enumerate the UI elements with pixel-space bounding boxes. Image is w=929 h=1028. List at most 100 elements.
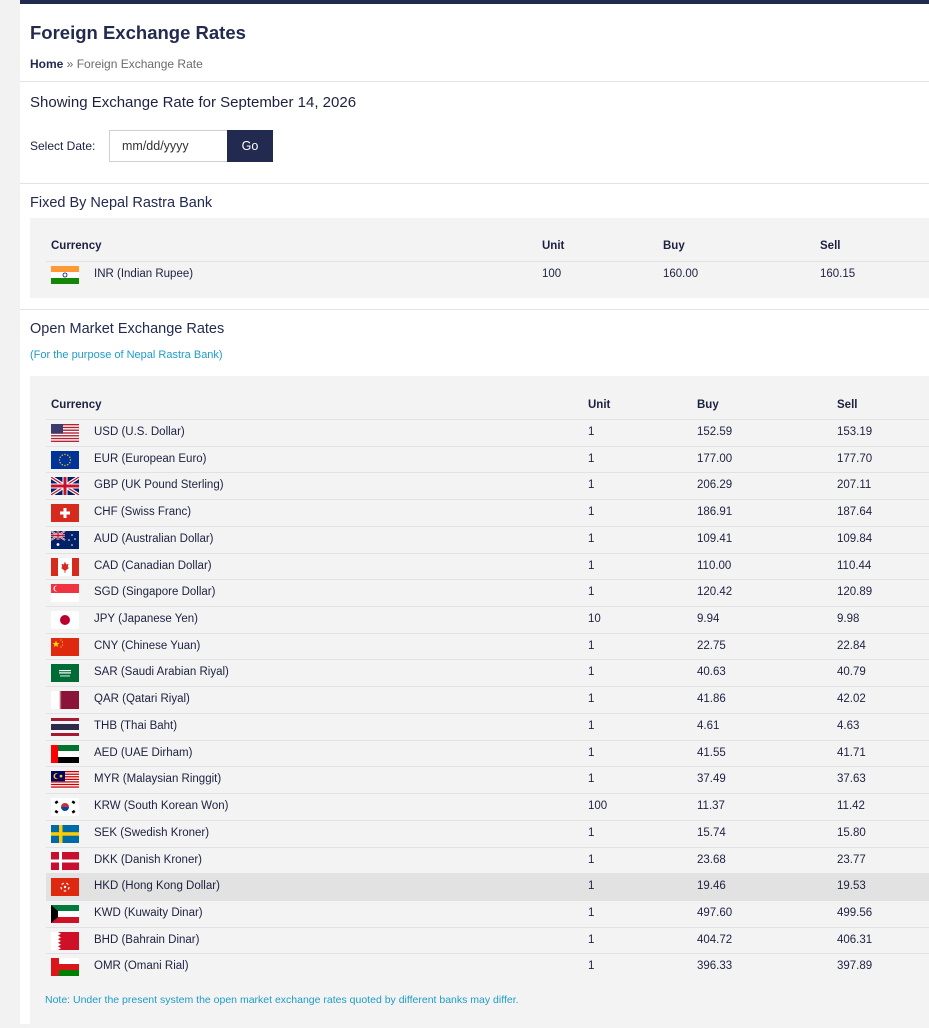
table-row: KRW (South Korean Won) 100 11.37 11.42 — [46, 793, 929, 820]
unit-value: 1 — [588, 559, 595, 572]
unit-value: 1 — [588, 880, 595, 893]
buy-rate: 41.86 — [697, 693, 726, 706]
currency-name: BHD (Bahrain Dinar) — [94, 933, 200, 946]
unit-value: 1 — [588, 693, 595, 706]
unit-value: 1 — [588, 746, 595, 759]
buy-rate: 206.29 — [697, 479, 733, 492]
table-row: KWD (Kuwaity Dinar) 1 497.60 499.56 — [46, 899, 929, 927]
table-row: EUR (European Euro) 1 177.00 177.70 — [46, 445, 929, 473]
buy-rate: 109.41 — [697, 532, 733, 545]
buy-rate: 160.00 — [663, 268, 699, 280]
sell-rate: 109.84 — [837, 532, 873, 545]
buy-rate: 22.75 — [697, 639, 726, 652]
column-header-currency: Currency — [51, 240, 102, 252]
unit-value: 1 — [588, 506, 595, 519]
unit-value: 1 — [588, 719, 595, 732]
buy-rate: 152.59 — [697, 426, 733, 438]
unit-value: 1 — [588, 586, 595, 599]
eu-flag-icon — [51, 450, 79, 469]
currency-name: HKD (Hong Kong Dollar) — [94, 880, 220, 893]
sell-rate: 4.63 — [837, 719, 860, 732]
unit-value: 10 — [588, 613, 601, 626]
breadcrumb-home-link[interactable]: Home — [30, 57, 63, 71]
sell-rate: 120.89 — [837, 586, 873, 599]
column-header-buy: Buy — [663, 240, 685, 252]
currency-name: USD (U.S. Dollar) — [94, 426, 185, 438]
unit-value: 1 — [588, 826, 595, 839]
table-row: CAD (Canadian Dollar) 1 110.00 110.44 — [46, 552, 929, 580]
column-header-currency: Currency — [51, 399, 102, 411]
usa-flag-icon — [51, 424, 79, 442]
buy-rate: 23.68 — [697, 853, 726, 866]
hong-kong-flag-icon — [51, 878, 79, 897]
buy-rate: 4.61 — [697, 719, 720, 732]
currency-name: SGD (Singapore Dollar) — [94, 586, 216, 599]
table-row: BHD (Bahrain Dinar) 1 404.72 406.31 — [46, 926, 929, 954]
switzerland-flag-icon — [51, 504, 79, 523]
buy-rate: 186.91 — [697, 506, 733, 519]
sell-rate: 37.63 — [837, 773, 866, 786]
buy-rate: 120.42 — [697, 586, 733, 599]
table-row: SAR (Saudi Arabian Riyal) 1 40.63 40.79 — [46, 659, 929, 686]
buy-rate: 404.72 — [697, 933, 733, 946]
currency-name: JPY (Japanese Yen) — [94, 613, 199, 626]
currency-name: AUD (Australian Dollar) — [94, 532, 214, 545]
breadcrumb-current: Foreign Exchange Rate — [76, 57, 203, 71]
go-button[interactable]: Go — [227, 130, 273, 162]
currency-name: THB (Thai Baht) — [94, 719, 178, 732]
malaysia-flag-icon — [51, 771, 79, 790]
sell-rate: 153.19 — [837, 426, 873, 438]
currency-name: GBP (UK Pound Sterling) — [94, 479, 224, 492]
column-header-unit: Unit — [542, 240, 565, 252]
sell-rate: 23.77 — [837, 853, 866, 866]
unit-value: 1 — [588, 532, 595, 545]
divider — [20, 81, 929, 82]
unit-value: 1 — [588, 933, 595, 946]
table-row: SGD (Singapore Dollar) 1 120.42 120.89 — [46, 579, 929, 606]
open-market-title: Open Market Exchange Rates — [30, 321, 225, 337]
sell-rate: 207.11 — [837, 479, 872, 492]
unit-value: 1 — [588, 666, 595, 679]
table-row: HKD (Hong Kong Dollar) 1 19.46 19.53 — [46, 873, 929, 901]
sell-rate: 187.64 — [837, 506, 873, 519]
date-input[interactable] — [109, 130, 227, 162]
currency-name: DKK (Danish Kroner) — [94, 853, 203, 866]
saudi-arabia-flag-icon — [51, 664, 79, 683]
sell-rate: 15.80 — [837, 826, 866, 839]
buy-rate: 177.00 — [697, 452, 733, 465]
buy-rate: 41.55 — [697, 746, 726, 759]
uae-flag-icon — [51, 744, 79, 763]
table-row: INR (Indian Rupee) 100 160.00 160.15 — [46, 261, 929, 288]
divider — [20, 309, 929, 310]
sell-rate: 11.42 — [837, 800, 865, 813]
uk-flag-icon — [51, 477, 79, 496]
sell-rate: 41.71 — [837, 746, 866, 759]
currency-name: CHF (Swiss Franc) — [94, 506, 192, 519]
unit-value: 1 — [588, 426, 595, 438]
sell-rate: 42.02 — [837, 693, 866, 706]
buy-rate: 11.37 — [697, 800, 725, 813]
qatar-flag-icon — [51, 691, 79, 710]
kuwait-flag-icon — [51, 904, 79, 923]
currency-name: MYR (Malaysian Ringgit) — [94, 773, 222, 786]
unit-value: 1 — [588, 960, 595, 973]
sell-rate: 160.15 — [820, 268, 856, 280]
unit-value: 1 — [588, 452, 595, 465]
open-market-subtitle: (For the purpose of Nepal Rastra Bank) — [30, 349, 223, 361]
buy-rate: 19.46 — [697, 880, 726, 893]
singapore-flag-icon — [51, 584, 79, 603]
fixed-rates-title: Fixed By Nepal Rastra Bank — [30, 195, 213, 211]
australia-flag-icon — [51, 530, 79, 549]
unit-value: 100 — [588, 800, 608, 813]
sell-rate: 499.56 — [837, 906, 873, 919]
sell-rate: 110.44 — [837, 559, 872, 572]
disclaimer-note: Note: Under the present system the open … — [45, 994, 519, 1006]
table-row: CNY (Chinese Yuan) 1 22.75 22.84 — [46, 632, 929, 660]
column-header-sell: Sell — [820, 240, 841, 252]
main-panel: Foreign Exchange Rates Home » Foreign Ex… — [20, 0, 929, 1028]
showing-date-heading: Showing Exchange Rate for September 14, … — [30, 94, 357, 111]
fixed-rates-table: Currency Unit Buy Sell INR (Indian Rupee… — [30, 218, 929, 298]
currency-name: AED (UAE Dirham) — [94, 746, 193, 759]
currency-name: CNY (Chinese Yuan) — [94, 639, 201, 652]
currency-name: KWD (Kuwaity Dinar) — [94, 906, 203, 919]
